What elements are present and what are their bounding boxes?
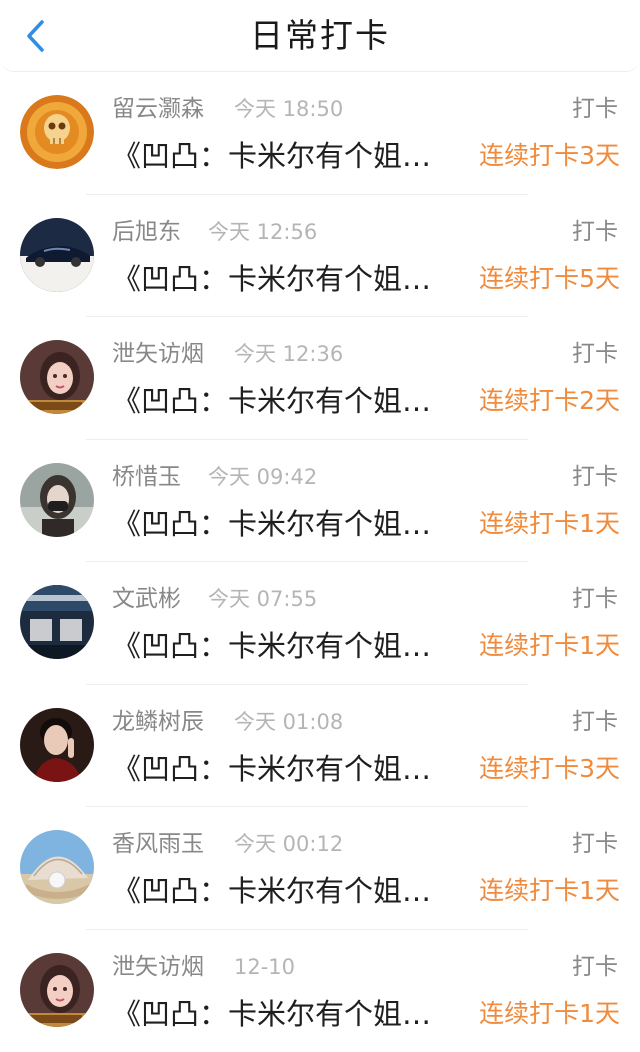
streak-label: 连续打卡3天 <box>479 749 620 789</box>
streak-label: 连续打卡3天 <box>479 136 620 176</box>
checkin-time: 今天 12:56 <box>208 217 317 247</box>
checkin-time: 今天 07:55 <box>208 584 317 614</box>
book-title[interactable]: 《凹凸：卡米尔有个姐… <box>112 381 452 421</box>
checkin-action-label: 打卡 <box>572 339 618 369</box>
list-item[interactable]: 桥惜玉 今天 09:42 打卡 《凹凸：卡米尔有个姐… 连续打卡1天 <box>0 440 640 563</box>
checkin-action-label: 打卡 <box>572 952 618 982</box>
girl-avatar-icon <box>20 953 94 1027</box>
checkin-action-label: 打卡 <box>572 462 618 492</box>
list-item[interactable]: 龙鳞树辰 今天 01:08 打卡 《凹凸：卡米尔有个姐… 连续打卡3天 <box>0 685 640 808</box>
man-avatar-icon <box>20 708 94 782</box>
checkin-time: 今天 00:12 <box>234 829 343 859</box>
user-avatar[interactable] <box>20 340 94 414</box>
checkin-time: 今天 01:08 <box>234 707 343 737</box>
user-avatar[interactable] <box>20 953 94 1027</box>
user-name[interactable]: 龙鳞树辰 <box>112 707 204 737</box>
checkin-action-label: 打卡 <box>572 707 618 737</box>
user-avatar[interactable] <box>20 585 94 659</box>
user-name[interactable]: 后旭东 <box>112 217 181 247</box>
skull-avatar-icon <box>20 95 94 169</box>
book-title[interactable]: 《凹凸：卡米尔有个姐… <box>112 871 452 911</box>
streak-label: 连续打卡5天 <box>479 259 620 299</box>
checkin-action-label: 打卡 <box>572 584 618 614</box>
masked-girl-avatar-icon <box>20 463 94 537</box>
user-avatar[interactable] <box>20 708 94 782</box>
user-avatar[interactable] <box>20 463 94 537</box>
user-name[interactable]: 文武彬 <box>112 584 181 614</box>
user-avatar[interactable] <box>20 830 94 904</box>
top-nav-bar: 日常打卡 <box>0 0 640 72</box>
user-name[interactable]: 留云灏森 <box>112 94 204 124</box>
streak-label: 连续打卡2天 <box>479 381 620 421</box>
streak-label: 连续打卡1天 <box>479 871 620 911</box>
user-name[interactable]: 香风雨玉 <box>112 829 204 859</box>
list-item[interactable]: 文武彬 今天 07:55 打卡 《凹凸：卡米尔有个姐… 连续打卡1天 <box>0 562 640 685</box>
checkin-action-label: 打卡 <box>572 829 618 859</box>
book-title[interactable]: 《凹凸：卡米尔有个姐… <box>112 136 452 176</box>
checkin-time: 今天 12:36 <box>234 339 343 369</box>
streak-label: 连续打卡1天 <box>479 626 620 666</box>
checkin-time: 12-10 <box>234 952 295 982</box>
list-item[interactable]: 泄矢访烟 今天 12:36 打卡 《凹凸：卡米尔有个姐… 连续打卡2天 <box>0 317 640 440</box>
user-avatar[interactable] <box>20 218 94 292</box>
list-item[interactable]: 后旭东 今天 12:56 打卡 《凹凸：卡米尔有个姐… 连续打卡5天 <box>0 195 640 318</box>
checkin-action-label: 打卡 <box>572 94 618 124</box>
page-title: 日常打卡 <box>0 14 640 58</box>
user-avatar[interactable] <box>20 95 94 169</box>
user-name[interactable]: 泄矢访烟 <box>112 339 204 369</box>
text-avatar-icon <box>20 585 94 659</box>
checkin-action-label: 打卡 <box>572 217 618 247</box>
book-title[interactable]: 《凹凸：卡米尔有个姐… <box>112 994 452 1034</box>
user-name[interactable]: 桥惜玉 <box>112 462 181 492</box>
list-item[interactable]: 香风雨玉 今天 00:12 打卡 《凹凸：卡米尔有个姐… 连续打卡1天 <box>0 807 640 930</box>
book-title[interactable]: 《凹凸：卡米尔有个姐… <box>112 749 452 789</box>
checkin-list: 留云灏森 今天 18:50 打卡 《凹凸：卡米尔有个姐… 连续打卡3天 后旭东 … <box>0 72 640 1052</box>
car-avatar-icon <box>20 218 94 292</box>
book-title[interactable]: 《凹凸：卡米尔有个姐… <box>112 626 452 666</box>
list-item[interactable]: 留云灏森 今天 18:50 打卡 《凹凸：卡米尔有个姐… 连续打卡3天 <box>0 72 640 195</box>
streak-label: 连续打卡1天 <box>479 994 620 1034</box>
book-title[interactable]: 《凹凸：卡米尔有个姐… <box>112 259 452 299</box>
list-item[interactable]: 泄矢访烟 12-10 打卡 《凹凸：卡米尔有个姐… 连续打卡1天 <box>0 930 640 1052</box>
user-name[interactable]: 泄矢访烟 <box>112 952 204 982</box>
checkin-time: 今天 09:42 <box>208 462 317 492</box>
streak-label: 连续打卡1天 <box>479 504 620 544</box>
pearl-avatar-icon <box>20 830 94 904</box>
book-title[interactable]: 《凹凸：卡米尔有个姐… <box>112 504 452 544</box>
girl-avatar-icon <box>20 340 94 414</box>
checkin-time: 今天 18:50 <box>234 94 343 124</box>
